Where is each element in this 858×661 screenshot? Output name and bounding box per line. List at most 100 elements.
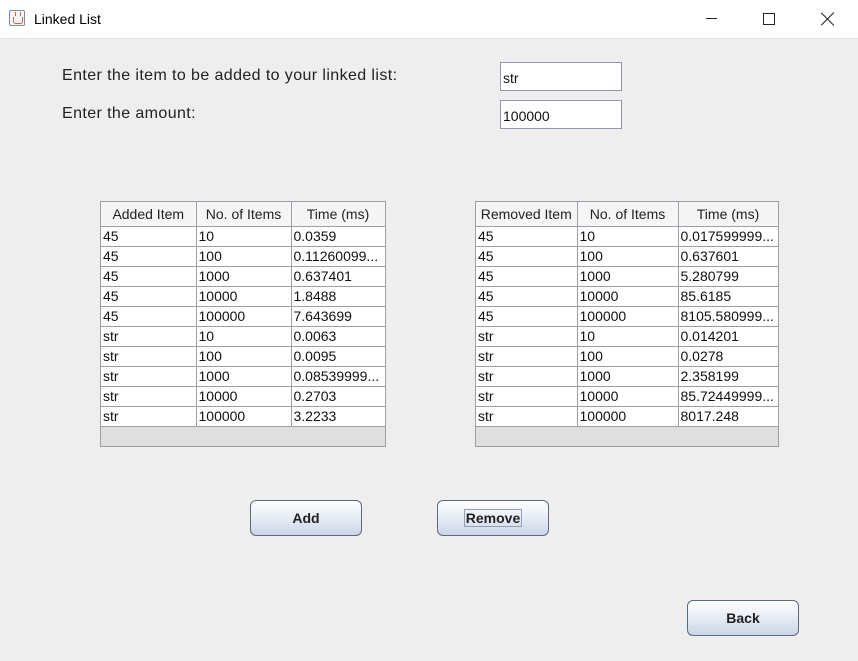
maximize-button[interactable] [741, 0, 799, 38]
table-row[interactable]: 45 100000 8105.580999... [476, 306, 778, 327]
table-row[interactable]: 45 100 0.11260099... [101, 246, 385, 267]
table-cell[interactable]: 45 [476, 286, 578, 307]
table-cell[interactable]: 0.0095 [291, 346, 385, 367]
table-cell[interactable]: 2.358199 [678, 366, 778, 387]
table-cell[interactable]: 45 [101, 286, 197, 307]
table-row[interactable]: 45 10 0.017599999... [476, 226, 778, 247]
table-cell[interactable]: 0.637401 [291, 266, 385, 287]
table-row[interactable]: 45 10000 85.6185 [476, 286, 778, 307]
table-cell[interactable]: 10 [577, 226, 679, 247]
table-cell[interactable]: 8105.580999... [678, 306, 778, 327]
table-cell[interactable]: 45 [101, 246, 197, 267]
table-cell[interactable]: 100 [196, 246, 292, 267]
table-cell[interactable]: 3.2233 [291, 406, 385, 427]
table-cell[interactable]: 0.0278 [678, 346, 778, 367]
table-cell[interactable]: 100000 [196, 406, 292, 427]
column-header[interactable]: No. of Items [577, 202, 679, 227]
table-cell[interactable]: str [101, 346, 197, 367]
table-cell[interactable]: 0.0359 [291, 226, 385, 247]
table-cell[interactable]: 10000 [577, 286, 679, 307]
table-cell[interactable]: str [476, 346, 578, 367]
table-cell[interactable]: str [101, 326, 197, 347]
title-bar: Linked List [0, 0, 858, 39]
table-row[interactable]: str 1000 2.358199 [476, 366, 778, 387]
table-row[interactable]: 45 10000 1.8488 [101, 286, 385, 307]
table-cell[interactable]: 100000 [577, 406, 679, 427]
table-cell[interactable]: str [476, 386, 578, 407]
table-row[interactable]: str 1000 0.08539999... [101, 366, 385, 387]
table-cell[interactable]: 1.8488 [291, 286, 385, 307]
column-header[interactable]: Removed Item [476, 202, 578, 227]
table-cell[interactable]: 100000 [196, 306, 292, 327]
item-input[interactable] [500, 62, 622, 91]
amount-label: Enter the amount: [62, 105, 196, 122]
table-cell[interactable]: 10 [196, 326, 292, 347]
table-row[interactable]: str 10 0.014201 [476, 326, 778, 347]
table-row[interactable]: 45 1000 0.637401 [101, 266, 385, 287]
table-row[interactable]: 45 100 0.637601 [476, 246, 778, 267]
table-cell[interactable]: 10000 [196, 386, 292, 407]
table-row[interactable]: str 100 0.0095 [101, 346, 385, 367]
table-cell[interactable]: 100 [577, 346, 679, 367]
table-cell[interactable]: 100 [196, 346, 292, 367]
column-header[interactable]: Time (ms) [291, 202, 385, 227]
table-cell[interactable]: 100000 [577, 306, 679, 327]
table-cell[interactable]: 100 [577, 246, 679, 267]
column-header[interactable]: No. of Items [196, 202, 292, 227]
table-row[interactable]: str 10 0.0063 [101, 326, 385, 347]
table-row[interactable]: 45 100000 7.643699 [101, 306, 385, 327]
table-row[interactable]: str 100 0.0278 [476, 346, 778, 367]
table-row[interactable]: str 100000 3.2233 [101, 406, 385, 427]
table-cell[interactable]: 8017.248 [678, 406, 778, 427]
table-row[interactable]: 45 1000 5.280799 [476, 266, 778, 287]
minimize-icon [706, 18, 717, 19]
add-button[interactable]: Add [250, 500, 362, 536]
table-cell[interactable]: 0.0063 [291, 326, 385, 347]
table-cell[interactable]: 1000 [577, 366, 679, 387]
table-cell[interactable]: 45 [101, 226, 197, 247]
table-cell[interactable]: 0.11260099... [291, 246, 385, 267]
table-cell[interactable]: 0.017599999... [678, 226, 778, 247]
table-cell[interactable]: 45 [476, 266, 578, 287]
table-cell[interactable]: 10000 [196, 286, 292, 307]
close-button[interactable] [799, 0, 857, 38]
amount-input[interactable] [500, 100, 622, 129]
table-cell[interactable]: 0.637601 [678, 246, 778, 267]
table-cell[interactable]: 85.6185 [678, 286, 778, 307]
table-cell[interactable]: 0.2703 [291, 386, 385, 407]
table-cell[interactable]: 0.014201 [678, 326, 778, 347]
table-cell[interactable]: 0.08539999... [291, 366, 385, 387]
table-cell[interactable]: 10000 [577, 386, 679, 407]
table-cell[interactable]: 45 [476, 226, 578, 247]
remove-button[interactable]: Remove [437, 500, 549, 536]
table-row[interactable]: str 10000 85.72449999... [476, 386, 778, 407]
table-cell[interactable]: 10 [196, 226, 292, 247]
table-cell[interactable]: 45 [101, 306, 197, 327]
item-label: Enter the item to be added to your linke… [62, 67, 398, 84]
table-cell[interactable]: 5.280799 [678, 266, 778, 287]
table-cell[interactable]: 7.643699 [291, 306, 385, 327]
added-items-table[interactable]: Added Item No. of Items Time (ms) 45 10 0.03… [100, 201, 386, 447]
table-cell[interactable]: 85.72449999... [678, 386, 778, 407]
column-header[interactable]: Time (ms) [678, 202, 778, 227]
column-header[interactable]: Added Item [101, 202, 197, 227]
table-cell[interactable]: str [476, 366, 578, 387]
table-cell[interactable]: str [476, 406, 578, 427]
table-cell[interactable]: 10 [577, 326, 679, 347]
table-row[interactable]: str 100000 8017.248 [476, 406, 778, 427]
table-row[interactable]: 45 10 0.0359 [101, 226, 385, 247]
table-cell[interactable]: 45 [476, 306, 578, 327]
minimize-button[interactable] [683, 0, 741, 38]
table-cell[interactable]: str [101, 406, 197, 427]
table-cell[interactable]: 1000 [196, 366, 292, 387]
table-cell[interactable]: 45 [476, 246, 578, 267]
table-cell[interactable]: 45 [101, 266, 197, 287]
table-cell[interactable]: str [101, 366, 197, 387]
table-row[interactable]: str 10000 0.2703 [101, 386, 385, 407]
table-cell[interactable]: str [101, 386, 197, 407]
table-cell[interactable]: 1000 [577, 266, 679, 287]
back-button[interactable]: Back [687, 600, 799, 636]
table-cell[interactable]: 1000 [196, 266, 292, 287]
removed-items-table[interactable]: Removed Item No. of Items Time (ms) 45 10 0.… [475, 201, 779, 447]
table-cell[interactable]: str [476, 326, 578, 347]
